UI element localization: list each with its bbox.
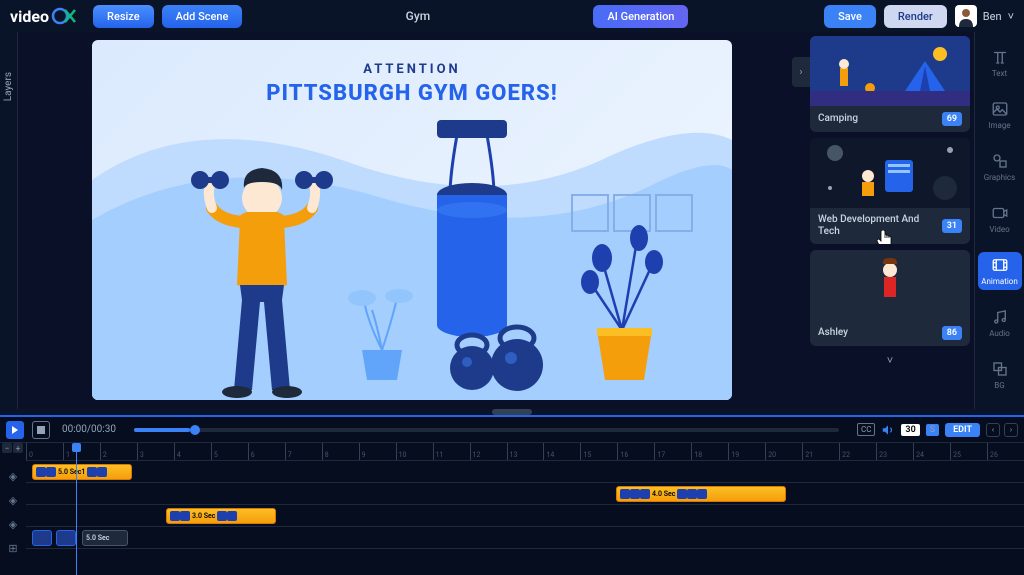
timeline-track-1: 4.0 Sec (26, 483, 1024, 505)
tool-image[interactable]: Image (978, 96, 1022, 134)
tool-bg[interactable]: BG (978, 356, 1022, 394)
zoom-in-button[interactable]: + (13, 443, 23, 453)
expand-chevron-icon[interactable]: ˅ (810, 352, 970, 369)
panel-resize-handle[interactable] (492, 409, 532, 415)
canvas-headline[interactable]: ATTENTION PITTSBURGH GYM GOERS! (266, 62, 557, 106)
clip-audio-b[interactable] (56, 530, 76, 546)
project-title: Gym (318, 9, 517, 23)
volume-icon[interactable] (881, 423, 895, 437)
timeline-controls: 00:00/00:30 CC 30 S EDIT ‹ › (0, 417, 1024, 443)
timeline-scrubber[interactable] (134, 428, 839, 432)
user-menu[interactable]: Ben ˅ (955, 5, 1014, 27)
playhead[interactable] (76, 443, 77, 575)
layers-panel-tab[interactable]: Layers (0, 32, 18, 409)
clip-2[interactable]: 3.0 Sec (166, 508, 276, 524)
cursor-icon (876, 230, 894, 244)
canvas-area: ATTENTION PITTSBURGH GYM GOERS! › (18, 32, 806, 409)
timeline-track-tools: − + ◈ ◈ ◈ ⊞ (0, 443, 26, 575)
timeline: 00:00/00:30 CC 30 S EDIT ‹ › − + ◈ ◈ (0, 415, 1024, 575)
clip-audio-a[interactable] (32, 530, 52, 546)
tool-animation[interactable]: Animation (978, 252, 1022, 290)
main-area: Layers (0, 32, 1024, 409)
add-scene-button[interactable]: Add Scene (162, 5, 243, 28)
save-button[interactable]: Save (824, 5, 876, 28)
templates-panel: Camping 69 Web De (806, 32, 974, 409)
video-canvas[interactable]: ATTENTION PITTSBURGH GYM GOERS! (92, 40, 732, 400)
app-logo: video (10, 7, 77, 26)
chevron-down-icon: ˅ (1008, 10, 1014, 23)
edit-button[interactable]: EDIT (945, 423, 980, 437)
timeline-track-3: 5.0 Sec (26, 527, 1024, 549)
track-icon-4[interactable]: ⊞ (0, 537, 26, 559)
tool-audio[interactable]: Audio (978, 304, 1022, 342)
fps-input[interactable]: 30 (901, 424, 919, 436)
panel-collapse-button[interactable]: › (792, 57, 810, 87)
resize-button[interactable]: Resize (93, 5, 154, 28)
avatar (955, 5, 977, 27)
track-icon-1[interactable]: ◈ (0, 465, 26, 487)
render-button[interactable]: Render (884, 5, 947, 28)
time-display: 00:00/00:30 (62, 424, 116, 435)
tool-video[interactable]: Video (978, 200, 1022, 238)
tools-sidebar: Text Image Graphics Video Animation Audi… (974, 32, 1024, 409)
track-icon-2[interactable]: ◈ (0, 489, 26, 511)
template-card-camping[interactable]: Camping 69 (810, 36, 970, 132)
top-bar: video Resize Add Scene Gym AI Generation… (0, 0, 1024, 32)
prev-button[interactable]: ‹ (986, 423, 1000, 437)
play-button[interactable] (6, 421, 24, 439)
clip-0[interactable]: 5.0 Sec1 (32, 464, 132, 480)
next-button[interactable]: › (1004, 423, 1018, 437)
clip-3[interactable]: 5.0 Sec (82, 530, 128, 546)
tool-text[interactable]: Text (978, 44, 1022, 82)
tool-graphics[interactable]: Graphics (978, 148, 1022, 186)
timeline-track-0: 5.0 Sec1 (26, 461, 1024, 483)
clip-1[interactable]: 4.0 Sec (616, 486, 786, 502)
timeline-track-2: 3.0 Sec (26, 505, 1024, 527)
track-icon-3[interactable]: ◈ (0, 513, 26, 535)
template-card-ashley[interactable]: Ashley 86 (810, 250, 970, 346)
ai-generation-button[interactable]: AI Generation (593, 5, 688, 28)
template-card-webdev[interactable]: Web Development And Tech 31 (810, 138, 970, 244)
timeline-ruler[interactable]: 0123456789101112131415161718192021222324… (26, 443, 1024, 461)
timeline-tracks[interactable]: 0123456789101112131415161718192021222324… (26, 443, 1024, 575)
cc-button[interactable]: CC (857, 423, 875, 436)
stop-button[interactable] (32, 421, 50, 439)
zoom-out-button[interactable]: − (2, 443, 12, 453)
